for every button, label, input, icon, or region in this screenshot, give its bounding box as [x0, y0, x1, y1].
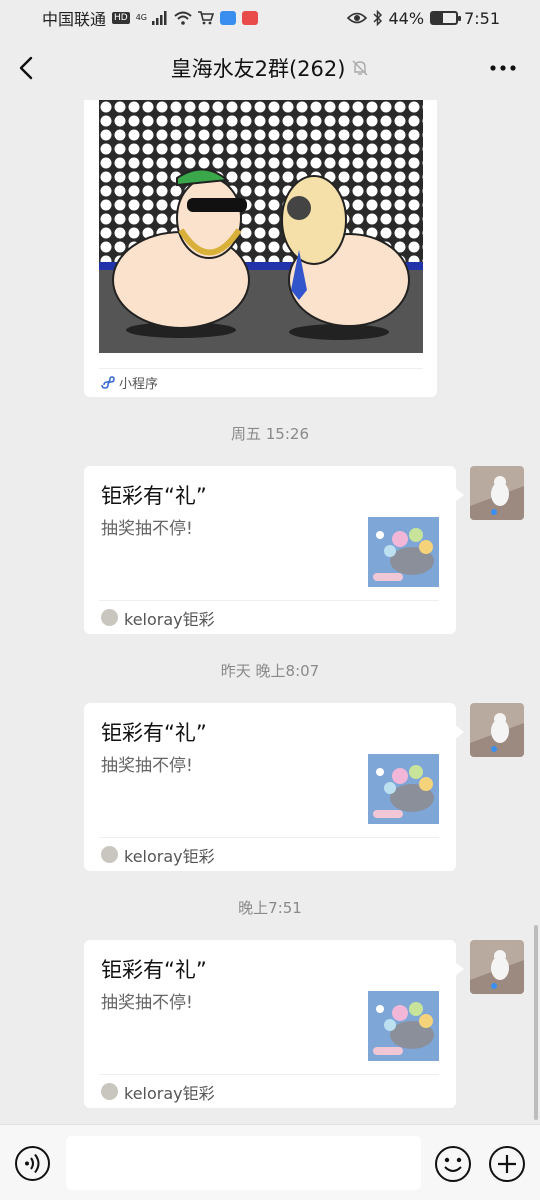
source-avatar: [101, 1083, 118, 1100]
source-name: keloray钜彩: [124, 609, 215, 629]
hd-badge: HD: [112, 12, 130, 24]
eye-icon: [346, 12, 367, 24]
message-description: 抽奖抽不停!: [101, 993, 193, 1013]
source-name: keloray钜彩: [124, 846, 215, 866]
message-title: 钜彩有“礼”: [101, 484, 207, 508]
network-type: 4G: [135, 13, 148, 22]
mute-bell-icon: [352, 60, 368, 76]
bluetooth-icon: [372, 10, 382, 26]
mini-program-footer: 小程序: [99, 368, 423, 396]
chat-title: 皇海水友2群(262): [171, 53, 370, 83]
voice-icon[interactable]: [14, 1145, 51, 1182]
signal-icon: [151, 11, 167, 25]
mini-program-message[interactable]: 钜彩有“礼” 抽奖抽不停! keloray钜彩: [84, 703, 464, 871]
clock: 7:51: [464, 8, 500, 28]
cloud-app-icon: [219, 11, 236, 25]
more-options-icon[interactable]: [488, 56, 518, 80]
mini-program-message[interactable]: 钜彩有“礼” 抽奖抽不停! keloray钜彩: [84, 466, 464, 634]
scrollbar[interactable]: [534, 925, 538, 1120]
message-source: keloray钜彩: [99, 837, 439, 871]
message-thumbnail: [368, 517, 439, 587]
message-title: 钜彩有“礼”: [101, 958, 207, 982]
message-source: keloray钜彩: [99, 600, 439, 634]
sender-avatar[interactable]: [470, 466, 524, 520]
status-bar: 中国联通 HD 4G 44% 7:51: [0, 0, 540, 36]
message-thumbnail: [368, 991, 439, 1061]
mini-program-label: 小程序: [119, 377, 159, 392]
source-name: keloray钜彩: [124, 1083, 215, 1103]
battery-percent: 44%: [388, 8, 425, 28]
add-icon[interactable]: [488, 1145, 526, 1183]
message-input[interactable]: [66, 1136, 421, 1190]
mini-program-image: [99, 100, 423, 353]
sender-avatar[interactable]: [470, 703, 524, 757]
carrier-name: 中国联通: [42, 10, 107, 29]
source-avatar: [101, 609, 118, 626]
source-avatar: [101, 846, 118, 863]
emoji-icon[interactable]: [434, 1145, 472, 1183]
red-app-icon: [241, 11, 258, 25]
mini-program-card[interactable]: 小程序: [84, 100, 437, 397]
shopping-cart-icon: [197, 11, 214, 25]
mini-program-icon: [101, 375, 115, 389]
input-bar: [0, 1124, 540, 1200]
message-timestamp: 周五 15:26: [231, 425, 309, 443]
message-timestamp: 昨天 晚上8:07: [220, 662, 320, 680]
message-timestamp: 晚上7:51: [238, 899, 302, 917]
message-source: keloray钜彩: [99, 1074, 439, 1108]
group-name: 皇海水友2群(262): [170, 57, 346, 81]
wifi-icon: [174, 11, 192, 25]
battery-icon: [430, 11, 462, 25]
message-description: 抽奖抽不停!: [101, 756, 193, 776]
message-title: 钜彩有“礼”: [101, 721, 207, 745]
chat-header: 皇海水友2群(262): [0, 36, 540, 100]
mini-program-message[interactable]: 钜彩有“礼” 抽奖抽不停! keloray钜彩: [84, 940, 464, 1108]
message-description: 抽奖抽不停!: [101, 519, 193, 539]
sender-avatar[interactable]: [470, 940, 524, 994]
message-thumbnail: [368, 754, 439, 824]
back-icon[interactable]: [14, 54, 42, 82]
